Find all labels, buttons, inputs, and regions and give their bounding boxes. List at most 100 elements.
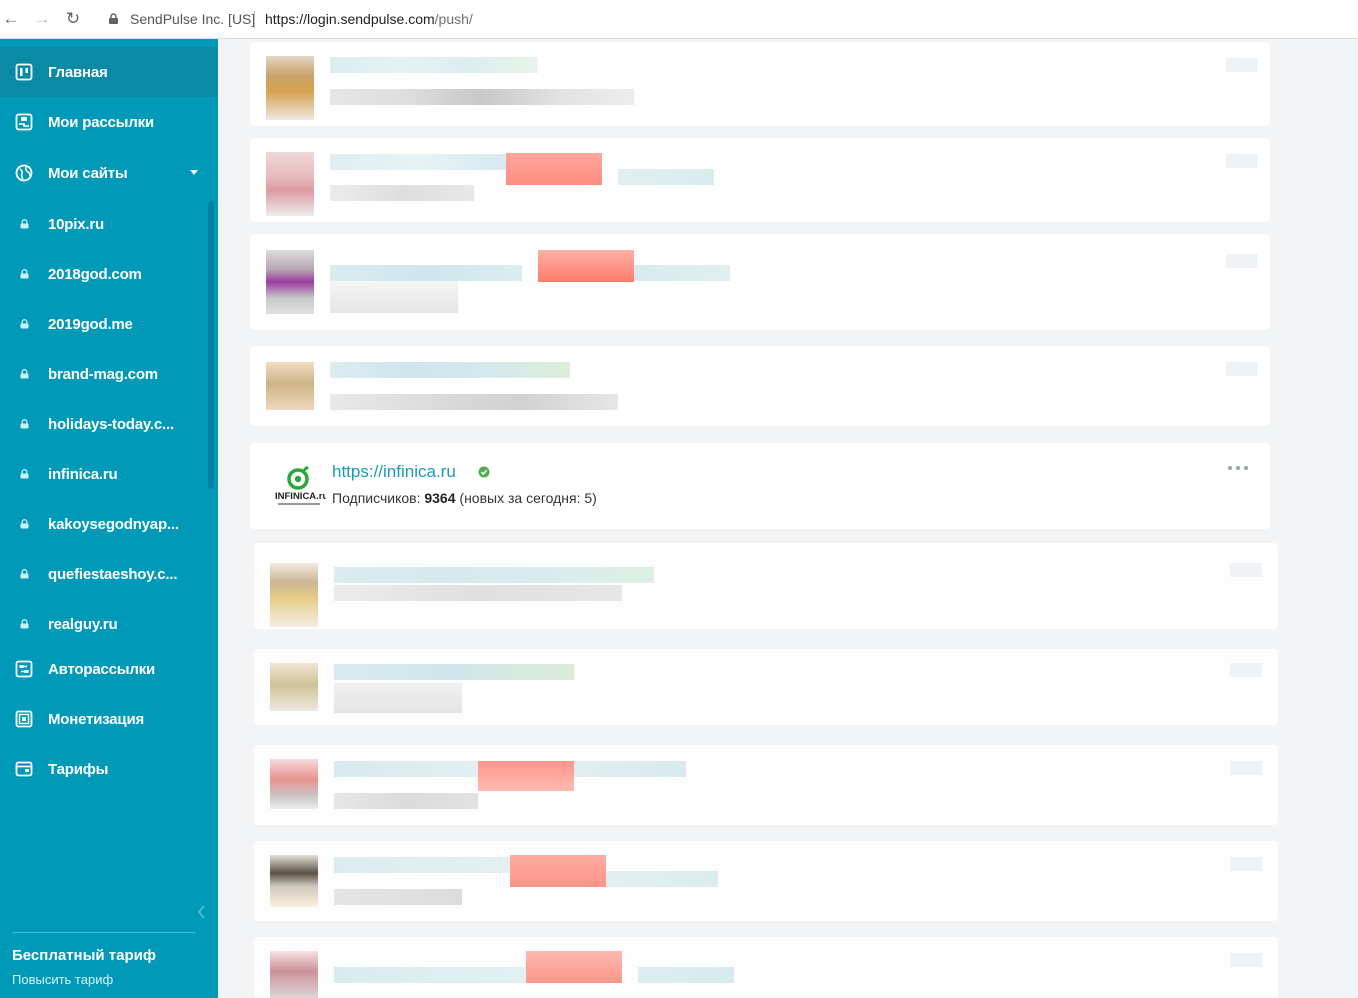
more-icon-blurred — [1230, 857, 1262, 871]
site-logo-blurred — [270, 855, 318, 907]
site-url-blurred — [510, 855, 606, 887]
site-logo-blurred — [270, 663, 318, 711]
more-icon-blurred — [1226, 154, 1258, 168]
sidebar-item-automation[interactable]: Авторассылки — [0, 644, 218, 694]
sidebar-item-label: brand-mag.com — [48, 365, 158, 383]
more-options-icon[interactable] — [1228, 463, 1248, 473]
sidebar-item-label: holidays-today.c... — [48, 415, 174, 433]
more-icon-blurred — [1230, 761, 1262, 775]
sidebar-item-label: kakoysegodnyap... — [48, 515, 179, 533]
sidebar-item-label: 10pix.ru — [48, 215, 104, 233]
site-url-blurred — [478, 761, 574, 791]
site-card-blurred[interactable] — [254, 649, 1278, 725]
current-plan-label: Бесплатный тариф — [12, 947, 157, 964]
site-url-link[interactable]: https://infinica.ru — [332, 462, 456, 482]
sidebar-divider — [12, 932, 196, 933]
subscribers-count: 9364 — [424, 490, 456, 506]
site-logo-blurred — [266, 362, 314, 410]
lock-icon — [14, 614, 34, 634]
verified-check-icon — [478, 466, 490, 478]
site-url-blurred — [330, 265, 522, 281]
more-icon-blurred — [1226, 58, 1258, 72]
automation-icon — [14, 659, 34, 679]
site-card-blurred[interactable] — [250, 234, 1270, 330]
site-url-blurred — [334, 857, 510, 873]
site-card-blurred[interactable] — [254, 543, 1278, 629]
subscribers-info: Подписчиков: 9364 (новых за сегодня: 5) — [332, 490, 597, 506]
lock-icon — [14, 214, 34, 234]
reload-icon[interactable]: ↻ — [62, 8, 84, 30]
browser-toolbar: ← → ↻ SendPulse Inc. [US] https://login.… — [0, 0, 1358, 39]
sidebar-item-label: 2018god.com — [48, 265, 142, 283]
certificate-label[interactable]: SendPulse Inc. [US] — [130, 11, 255, 27]
lock-icon — [14, 264, 34, 284]
site-stats-blurred — [334, 889, 462, 905]
infinica-logo-text: INFINICA.ru — [275, 491, 326, 502]
site-logo-blurred — [270, 951, 318, 998]
sidebar-site-infinica[interactable]: infinica.ru — [0, 449, 218, 499]
site-url-blurred — [506, 153, 602, 185]
site-stats-blurred — [330, 394, 618, 410]
lock-icon — [14, 514, 34, 534]
mailings-icon — [14, 112, 34, 132]
site-logo-blurred — [270, 759, 318, 809]
site-url-blurred — [330, 57, 538, 73]
infinica-logo-icon: INFINICA.ru — [275, 465, 326, 505]
site-stats-blurred — [334, 683, 462, 713]
globe-icon — [14, 163, 34, 183]
collapse-sidebar-icon[interactable] — [196, 905, 208, 919]
main-content: INFINICA.ru https://infinica.ru Подписчи… — [218, 39, 1358, 998]
site-url-blurred — [538, 250, 634, 282]
site-logo-blurred — [266, 56, 314, 120]
lock-icon — [14, 364, 34, 384]
url-host: https://login.sendpulse.com — [265, 11, 435, 27]
site-url-blurred — [618, 169, 714, 185]
sidebar-item-label: realguy.ru — [48, 615, 118, 633]
address-bar[interactable]: https://login.sendpulse.com/push/ — [265, 11, 473, 27]
more-icon-blurred — [1230, 953, 1262, 967]
site-url-blurred — [334, 664, 574, 680]
sidebar-site-brand-mag[interactable]: brand-mag.com — [0, 349, 218, 399]
sidebar-site-2019god[interactable]: 2019god.me — [0, 299, 218, 349]
site-url-blurred — [334, 567, 654, 583]
sidebar-site-kakoysegodnya[interactable]: kakoysegodnyap... — [0, 499, 218, 549]
sidebar-item-label: Монетизация — [48, 710, 145, 728]
sidebar-site-quefiestaeshoy[interactable]: quefiestaeshoy.c... — [0, 549, 218, 599]
sidebar-item-label: Мои рассылки — [48, 113, 154, 131]
back-arrow-icon[interactable]: ← — [0, 8, 22, 30]
forward-arrow-icon[interactable]: → — [31, 8, 53, 30]
site-card-infinica[interactable]: INFINICA.ru https://infinica.ru Подписчи… — [250, 443, 1270, 529]
lock-icon — [14, 314, 34, 334]
site-logo-blurred — [270, 563, 318, 627]
site-stats-blurred — [334, 793, 478, 809]
sidebar-scrollbar[interactable] — [208, 201, 214, 489]
upgrade-plan-link[interactable]: Повысить тариф — [12, 972, 113, 987]
site-card-blurred[interactable] — [250, 138, 1270, 222]
sidebar-item-mailings[interactable]: Мои рассылки — [0, 97, 218, 147]
site-card-blurred[interactable] — [254, 937, 1278, 998]
sidebar-site-10pix[interactable]: 10pix.ru — [0, 199, 218, 249]
monetization-icon — [14, 709, 34, 729]
sidebar-item-label: 2019god.me — [48, 315, 133, 333]
sidebar-item-pricing[interactable]: Тарифы — [0, 744, 218, 794]
chevron-down-icon[interactable] — [190, 170, 198, 175]
site-logo-blurred — [266, 152, 314, 216]
sidebar-site-holidays-today[interactable]: holidays-today.c... — [0, 399, 218, 449]
sidebar: Главная Мои рассылки Мои сайты 10pix.ru … — [0, 39, 218, 998]
site-card-blurred[interactable] — [250, 42, 1270, 126]
url-path: /push/ — [434, 11, 473, 27]
site-card-blurred[interactable] — [250, 346, 1270, 426]
sidebar-site-realguy[interactable]: realguy.ru — [0, 599, 218, 649]
more-icon-blurred — [1230, 563, 1262, 577]
sidebar-item-label: infinica.ru — [48, 465, 118, 483]
sidebar-item-home[interactable]: Главная — [0, 47, 218, 97]
sidebar-item-label: Мои сайты — [48, 164, 128, 182]
lock-icon — [14, 564, 34, 584]
site-card-blurred[interactable] — [254, 745, 1278, 825]
site-url-blurred — [638, 967, 734, 983]
site-card-blurred[interactable] — [254, 841, 1278, 921]
site-url-blurred — [334, 761, 478, 777]
sidebar-item-my-sites[interactable]: Мои сайты — [0, 148, 218, 198]
sidebar-site-2018god[interactable]: 2018god.com — [0, 249, 218, 299]
sidebar-item-monetization[interactable]: Монетизация — [0, 694, 218, 744]
